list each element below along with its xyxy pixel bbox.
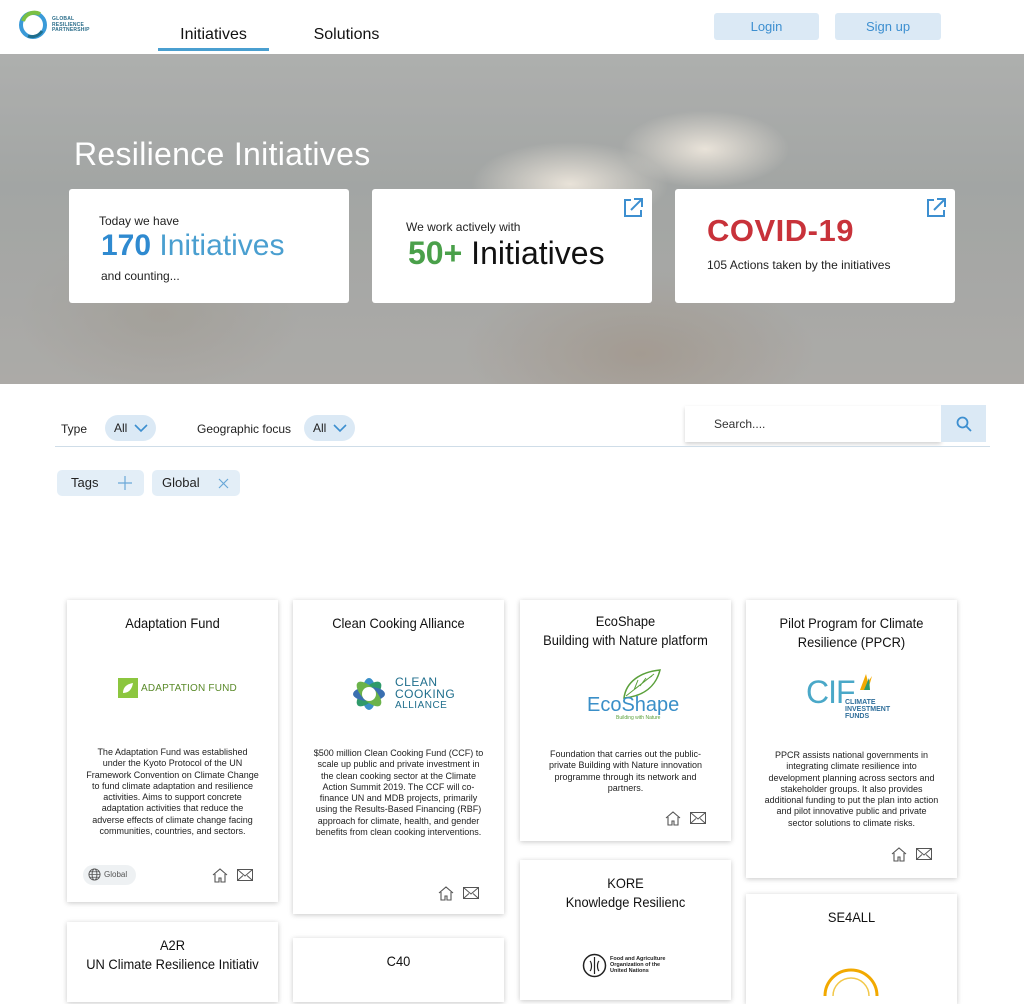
mail-icon[interactable] [237,868,253,886]
geo-badge: Global [83,865,136,885]
mail-icon[interactable] [690,811,706,829]
initiative-card-se4all[interactable]: SE4ALL [746,894,957,1004]
card-title: A2R UN Climate Resilience Initiativ [86,937,259,972]
fao-logo: Food and Agriculture Organization of the… [520,953,731,979]
star-logo-icon [353,678,385,710]
tab-initiatives[interactable]: Initiatives [158,26,269,51]
ecoshape-logo: EcoShape Building with Nature [520,668,731,724]
initiative-card-c40[interactable]: C40 [293,938,504,1002]
mail-icon[interactable] [916,847,932,865]
leaf-icon [118,678,138,698]
search-icon [956,416,972,432]
search-button[interactable] [941,405,986,442]
page-title: Resilience Initiatives [74,136,371,172]
active-initiatives-count: 50+ Initiatives [408,235,605,271]
card-description: Foundation that carries out the public-p… [548,749,703,793]
initiative-card-kore[interactable]: KORE Knowledge Resilienc Food and Agricu… [520,860,731,1000]
gpr-logo[interactable]: GLOBAL RESILIENCE PARTNERSHIP [18,9,98,45]
home-icon[interactable] [212,868,228,888]
globe-icon [88,868,101,881]
card-title: SE4ALL [827,909,876,925]
covid-title: COVID-19 [707,213,854,248]
logo-ring-icon [19,10,47,39]
flame-icon [860,674,872,690]
active-initiatives-card[interactable]: We work actively with 50+ Initiatives [372,189,652,303]
fao-emblem-icon [582,953,607,978]
chevron-down-icon [333,424,347,433]
global-chip[interactable]: Global [152,470,240,496]
card-description: The Adaptation Fund was established unde… [86,747,259,837]
add-icon[interactable] [118,476,132,490]
cif-logo: CIF CLIMATE INVESTMENT FUNDS [806,674,891,720]
external-link-icon[interactable] [925,197,947,219]
card-actions [881,847,941,863]
card-title: Adaptation Fund [125,615,220,631]
se4all-logo-icon [823,968,879,996]
initiative-card-ecoshape[interactable]: EcoShape Building with Nature platform E… [520,600,731,841]
clean-cooking-logo: CLEAN COOKING ALLIANCE [293,672,504,718]
home-icon[interactable] [665,811,681,831]
type-filter-label: Type [61,422,88,436]
card-actions [202,868,262,884]
external-link-icon[interactable] [622,197,644,219]
hero-banner: Resilience Initiatives Today we have 170… [0,54,1024,384]
close-icon[interactable] [218,478,229,489]
card-title: EcoShape Building with Nature platform [543,613,708,648]
home-icon[interactable] [891,847,907,867]
card-actions [655,811,715,827]
card-actions [428,886,488,902]
card-title: Clean Cooking Alliance [332,615,465,631]
geo-filter-label: Geographic focus [197,422,292,436]
card-description: PPCR assists national governments in int… [764,750,939,828]
login-button[interactable]: Login [714,13,819,40]
top-header: GLOBAL RESILIENCE PARTNERSHIP Initiative… [0,0,1024,54]
chevron-down-icon [134,424,148,433]
filter-divider [55,446,990,447]
card-title: Pilot Program for Climate Resilience (PP… [779,615,924,650]
initiative-card-a2r[interactable]: A2R UN Climate Resilience Initiativ [67,922,278,1002]
adaptation-fund-logo: ADAPTATION FUND [67,678,278,700]
covid-card[interactable]: COVID-19 105 Actions taken by the initia… [675,189,955,303]
card-title: C40 [386,953,411,969]
type-filter-select[interactable]: All [105,415,156,441]
tab-solutions[interactable]: Solutions [296,26,397,44]
covid-sub: 105 Actions taken by the initiatives [707,258,891,272]
card-lead: We work actively with [406,220,521,234]
initiative-card-adaptation-fund[interactable]: Adaptation Fund ADAPTATION FUND The Adap… [67,600,278,902]
signup-button[interactable]: Sign up [835,13,941,40]
geo-filter-select[interactable]: All [304,415,355,441]
initiatives-count: 170 Initiatives [101,229,285,262]
home-icon[interactable] [438,886,454,906]
mail-icon[interactable] [463,886,479,904]
initiatives-count-card: Today we have 170 Initiatives and counti… [69,189,349,303]
card-title: KORE Knowledge Resilienc [565,875,686,910]
search-input[interactable]: Search.... [685,406,941,442]
card-lead: Today we have [99,214,180,228]
initiative-card-clean-cooking-alliance[interactable]: Clean Cooking Alliance CLEAN COOKING ALL… [293,600,504,914]
tags-chip[interactable]: Tags [57,470,144,496]
logo-text: GLOBAL RESILIENCE PARTNERSHIP [52,16,90,33]
card-tail: and counting... [101,269,180,283]
initiative-card-ppcr[interactable]: Pilot Program for Climate Resilience (PP… [746,600,957,878]
card-description: $500 million Clean Cooking Fund (CCF) to… [313,748,484,838]
